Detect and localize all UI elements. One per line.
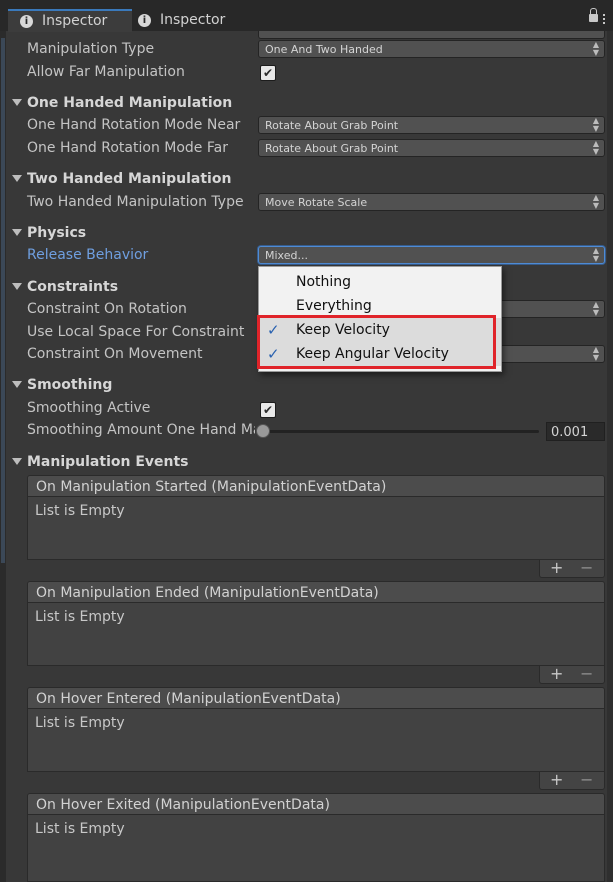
menu-item-nothing[interactable]: Nothing [259,270,501,294]
tab-label: Inspector [42,13,108,29]
empty-list-text: List is Empty [35,609,125,625]
rotation-near-dropdown[interactable]: Rotate About Grab Point ▲ ▼ [258,116,605,134]
allow-far-checkbox[interactable]: ✔ [260,65,276,81]
remove-icon[interactable]: − [580,664,593,683]
info-icon: i [138,14,151,27]
smoothing-active-checkbox[interactable]: ✔ [260,402,276,418]
cutoff-dropdown[interactable] [258,31,605,39]
add-icon[interactable]: + [550,770,563,789]
foldout-arrow-icon[interactable] [12,458,22,465]
event-list: List is Empty [27,815,605,882]
foldout-arrow-icon[interactable] [12,381,22,388]
tab-inspector-active[interactable]: i Inspector [8,9,132,32]
lock-icon[interactable] [589,8,598,22]
manipulation-type-label: Manipulation Type [27,41,155,57]
manipulation-events-header[interactable]: Manipulation Events [27,452,189,472]
dropdown-arrows-icon: ▲ ▼ [592,40,599,57]
smoothing-header[interactable]: Smoothing [27,375,112,395]
event-list: List is Empty [27,603,605,666]
event-list-footer: + − [539,664,605,684]
event-header: On Manipulation Ended (ManipulationEvent… [27,581,605,603]
menu-item-label: Nothing [296,274,352,290]
event-header: On Manipulation Started (ManipulationEve… [27,475,605,497]
smoothing-amount-field[interactable]: 0.001 [546,422,605,441]
checkmark-icon: ✔ [262,403,274,417]
event-header: On Hover Entered (ManipulationEventData) [27,687,605,709]
release-behavior-label: Release Behavior [27,247,149,263]
dropdown-arrows-icon: ▲ ▼ [592,345,599,362]
remove-icon[interactable]: − [580,770,593,789]
dropdown-value: One And Two Handed [265,43,383,56]
event-list: List is Empty [27,709,605,772]
dropdown-arrows-icon: ▲ ▼ [592,246,599,263]
two-handed-header[interactable]: Two Handed Manipulation [27,169,231,189]
foldout-arrow-icon[interactable] [12,175,22,182]
physics-header[interactable]: Physics [27,223,86,243]
two-handed-type-label: Two Handed Manipulation Type [27,194,244,210]
local-space-label: Use Local Space For Constraint [27,324,245,340]
dropdown-value: Rotate About Grab Point [265,119,399,132]
foldout-arrow-icon[interactable] [12,229,22,236]
dropdown-value: Move Rotate Scale [265,196,368,209]
rotation-far-label: One Hand Rotation Mode Far [27,140,228,156]
menu-item-label: Everything [296,298,372,314]
smoothing-slider-knob[interactable] [256,424,270,438]
dropdown-arrows-icon: ▲ ▼ [592,300,599,317]
remove-icon[interactable]: − [580,558,593,577]
checkmark-icon: ✔ [262,66,274,80]
one-handed-header[interactable]: One Handed Manipulation [27,93,232,113]
allow-far-label: Allow Far Manipulation [27,64,185,80]
rotation-near-label: One Hand Rotation Mode Near [27,117,241,133]
constraint-rotation-label: Constraint On Rotation [27,301,187,317]
dropdown-arrows-icon: ▲ ▼ [592,139,599,156]
smoothing-slider-track[interactable] [262,430,539,433]
manipulation-type-dropdown[interactable]: One And Two Handed ▲ ▼ [258,40,605,58]
event-list-footer: + − [539,558,605,578]
release-behavior-dropdown[interactable]: Mixed... ▲ ▼ [258,246,605,264]
constraints-header[interactable]: Constraints [27,277,118,297]
foldout-arrow-icon[interactable] [12,283,22,290]
smoothing-active-label: Smoothing Active [27,400,151,416]
left-selection-strip [1,38,5,563]
add-icon[interactable]: + [550,664,563,683]
event-header: On Hover Exited (ManipulationEventData) [27,793,605,815]
empty-list-text: List is Empty [35,821,125,837]
dropdown-value: Rotate About Grab Point [265,142,399,155]
event-list-footer: + − [539,770,605,790]
scrollbar[interactable] [607,31,613,882]
tab-label: Inspector [160,12,226,28]
more-menu-icon[interactable] [603,14,607,24]
foldout-arrow-icon[interactable] [12,99,22,106]
tab-inspector-inactive[interactable]: i Inspector [126,10,262,31]
empty-list-text: List is Empty [35,503,125,519]
smoothing-amount-label: Smoothing Amount One Hand Ma [27,422,255,438]
add-icon[interactable]: + [550,558,563,577]
dropdown-arrows-icon: ▲ ▼ [592,116,599,133]
constraint-movement-label: Constraint On Movement [27,346,203,362]
event-list: List is Empty [27,497,605,560]
rotation-far-dropdown[interactable]: Rotate About Grab Point ▲ ▼ [258,139,605,157]
dropdown-value: Mixed... [265,249,308,262]
highlight-annotation-box [257,315,496,369]
two-handed-type-dropdown[interactable]: Move Rotate Scale ▲ ▼ [258,193,605,211]
empty-list-text: List is Empty [35,715,125,731]
dropdown-arrows-icon: ▲ ▼ [592,193,599,210]
info-icon: i [20,15,33,28]
